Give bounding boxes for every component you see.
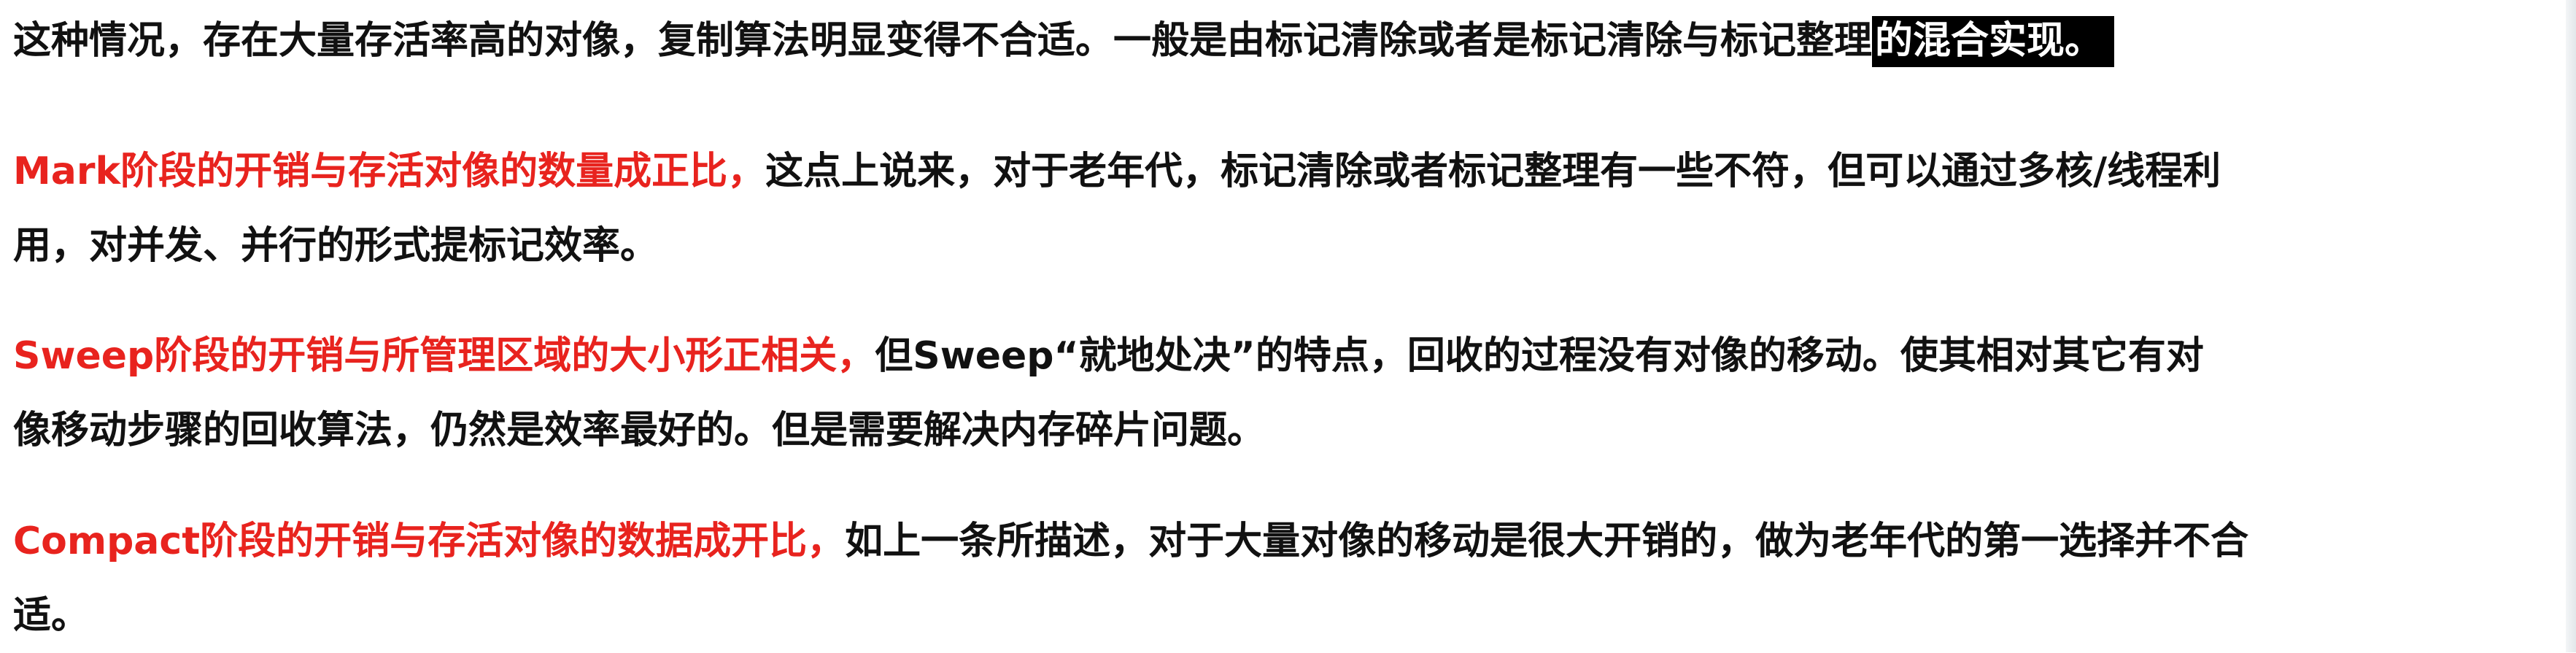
sweep-heading: Sweep阶段的开销与所管理区域的大小形正相关， bbox=[13, 334, 875, 378]
compact-heading: Compact阶段的开销与存活对像的数据成开比， bbox=[13, 519, 846, 563]
mark-heading: Mark阶段的开销与存活对像的数量成正比， bbox=[13, 150, 766, 193]
selected-text-highlight[interactable]: 的混合实现。 bbox=[1872, 16, 2115, 67]
paragraph-line: Mark阶段的开销与存活对像的数量成正比，这点上说来，对于老年代，标记清除或者标… bbox=[13, 134, 2559, 209]
paragraph-line: 用，对并发、并行的形式提标记效率。 bbox=[13, 209, 2559, 283]
mark-text-line-2: 用，对并发、并行的形式提标记效率。 bbox=[13, 224, 659, 268]
paragraph-sweep: Sweep阶段的开销与所管理区域的大小形正相关，但Sweep“就地处决”的特点，… bbox=[13, 319, 2559, 468]
paragraph-line: 适。 bbox=[13, 579, 2559, 653]
paragraph-line: Compact阶段的开销与存活对像的数据成开比，如上一条所描述，对于大量对像的移… bbox=[13, 504, 2559, 579]
compact-text-line-1: 如上一条所描述，对于大量对像的移动是很大开销的，做为老年代的第一选择并不合 bbox=[845, 519, 2249, 563]
sweep-text-line-2: 像移动步骤的回收算法，仍然是效率最好的。但是需要解决内存碎片问题。 bbox=[13, 409, 1266, 452]
paragraph-line: Sweep阶段的开销与所管理区域的大小形正相关，但Sweep“就地处决”的特点，… bbox=[13, 319, 2559, 393]
paragraph-mark: Mark阶段的开销与存活对像的数量成正比，这点上说来，对于老年代，标记清除或者标… bbox=[13, 134, 2559, 283]
paragraph-line: 这种情况，存在大量存活率高的对像，复制算法明显变得不合适。一般是由标记清除或者是… bbox=[13, 4, 2559, 78]
sweep-text-line-1: 但Sweep“就地处决”的特点，回收的过程没有对像的移动。使其相对其它有对 bbox=[875, 334, 2204, 378]
compact-text-line-2: 适。 bbox=[13, 594, 90, 638]
paragraph-line: 像移动步骤的回收算法，仍然是效率最好的。但是需要解决内存碎片问题。 bbox=[13, 393, 2559, 468]
paragraph-intro: 这种情况，存在大量存活率高的对像，复制算法明显变得不合适。一般是由标记清除或者是… bbox=[13, 4, 2559, 78]
intro-text: 这种情况，存在大量存活率高的对像，复制算法明显变得不合适。一般是由标记清除或者是… bbox=[13, 19, 1873, 63]
mark-text-line-1: 这点上说来，对于老年代，标记清除或者标记整理有一些不符，但可以通过多核/线程利 bbox=[765, 150, 2221, 193]
paragraph-compact: Compact阶段的开销与存活对像的数据成开比，如上一条所描述，对于大量对像的移… bbox=[13, 504, 2559, 653]
window-edge bbox=[2566, 0, 2576, 652]
